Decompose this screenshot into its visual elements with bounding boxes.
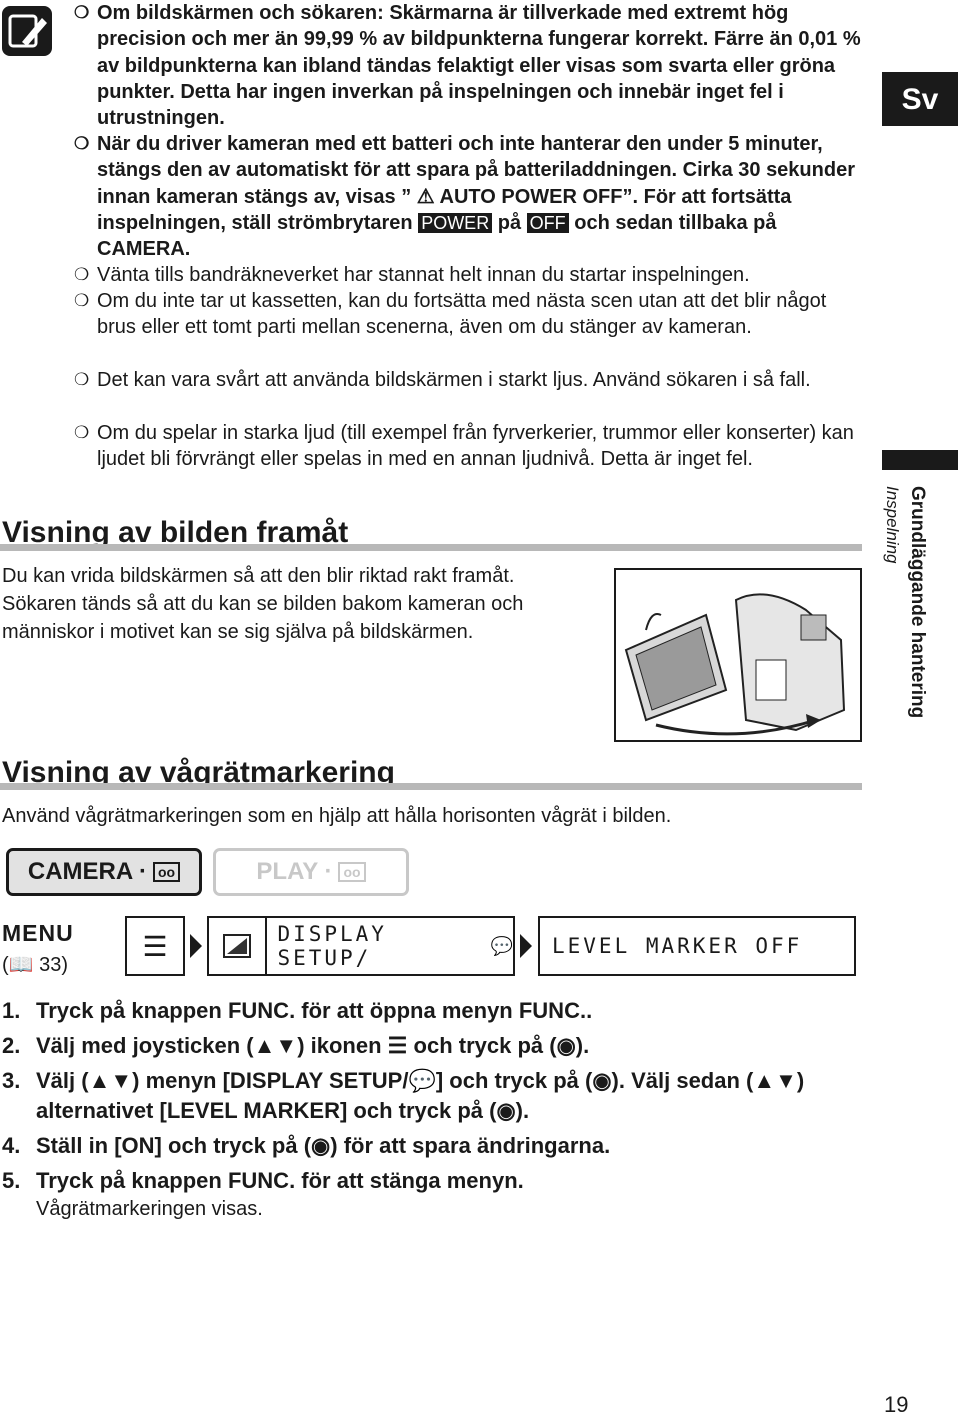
off-label: OFF [526, 212, 569, 233]
setting-label: LEVEL MARKER OFF [552, 934, 803, 958]
step-5: 5. Tryck på knappen FUNC. för att stänga … [2, 1166, 862, 1196]
menu-list-icon-box: ☰ [125, 916, 185, 976]
joystick-updown-icon: ▲▼ [253, 1033, 298, 1058]
setting-box: LEVEL MARKER OFF [538, 916, 856, 976]
step-text: Välj med joysticken ( [36, 1033, 254, 1058]
bullet-text: Det kan vara svårt att använda bildskärm… [97, 369, 811, 391]
step-number: 2. [2, 1033, 21, 1058]
step-text: ] och tryck på ( [435, 1068, 593, 1093]
bullet-text: Om bildskärmen och sökaren: Skärmarna är… [97, 2, 861, 130]
bullet-marker: ❍ [74, 134, 90, 153]
step-2: 2. Välj med joysticken (▲▼) ikonen ☰ och … [2, 1031, 862, 1061]
mode-label: CAMERA · [27, 858, 147, 885]
bullet-marker: ❍ [74, 291, 90, 310]
display-icon [209, 918, 268, 974]
chapter-bar [882, 450, 958, 470]
arrow-icon [190, 934, 202, 958]
section-title: Inspelning [883, 486, 902, 564]
section-body: Du kan vrida bildskärmen så att den blir… [2, 565, 524, 643]
step-number: 1. [2, 998, 21, 1023]
speech-bubble-icon: 💬 [408, 1068, 436, 1093]
step-text: ) för att spara ändringarna. [330, 1133, 611, 1158]
step-3: 3. Välj (▲▼) menyn [DISPLAY SETUP/💬] och … [2, 1066, 862, 1126]
joystick-press-icon: ◉ [311, 1133, 331, 1158]
bullet-cassette: ❍ Om du inte tar ut kassetten, kan du for… [74, 288, 844, 341]
bullet-display-precision: ❍ Om bildskärmen och sökaren: Skärmarna ä… [74, 0, 864, 131]
heading-rule [0, 544, 862, 551]
power-switch-label: POWER [418, 212, 493, 233]
manual-page: ❍ Om bildskärmen och sökaren: Skärmarna ä… [0, 0, 960, 1418]
bullet-marker: ❍ [74, 3, 90, 22]
bullet-text: Om du inte tar ut kassetten, kan du fort… [97, 290, 827, 339]
bullet-auto-power-off: ❍ När du driver kameran med ett batteri o… [74, 131, 864, 262]
step-text: ) menyn [DISPLAY SETUP/ [132, 1068, 409, 1093]
menu-list-icon: ☰ [387, 1033, 408, 1058]
ref-page: 33 [39, 954, 62, 976]
step-number: 4. [2, 1133, 21, 1158]
page-number: 19 [884, 1392, 909, 1417]
step-text: ). [575, 1033, 590, 1058]
warning-icon: ⚠ [411, 185, 440, 208]
step-text: ) ikonen [297, 1033, 382, 1058]
mode-label: PLAY · [256, 858, 333, 885]
cassette-icon: oo [153, 862, 181, 882]
step-text: ). [515, 1098, 530, 1123]
book-icon: 📖 [8, 954, 34, 976]
cassette-icon: oo [338, 862, 366, 882]
heading-rule [0, 783, 862, 790]
bullet-tape-counter: ❍ Vänta tills bandräkneverket har stannat… [74, 262, 864, 288]
note-pencil-icon [2, 6, 52, 56]
submenu-box: DISPLAY SETUP/ 💬 [207, 916, 515, 976]
step-text: Tryck på knappen FUNC. för att stänga me… [36, 1168, 524, 1193]
camcorder-illustration [614, 568, 862, 742]
mode-camera-tape: CAMERA · oo [6, 848, 202, 896]
chapter-title: Grundläggande hantering [907, 486, 928, 719]
menu-list-icon: ☰ [142, 930, 168, 962]
step-text: Välj ( [36, 1068, 89, 1093]
language-tab: Sv [882, 72, 958, 126]
bullet-marker: ❍ [74, 265, 90, 284]
result-text: Vågrätmarkeringen visas. [36, 1198, 263, 1220]
step-number: 3. [2, 1068, 21, 1093]
bullet-loud-sounds: ❍ Om du spelar in starka ljud (till exemp… [74, 420, 864, 473]
step-text: Tryck på knappen FUNC. för att öppna men… [36, 998, 593, 1023]
step-text: och tryck på ( [413, 1033, 557, 1058]
step-4: 4. Ställ in [ON] och tryck på (◉) för att… [2, 1131, 862, 1161]
page-reference: (📖 33) [2, 954, 69, 976]
bullet-bright-light: ❍ Det kan vara svårt att använda bildskär… [74, 367, 854, 393]
mode-play-tape: PLAY · oo [213, 848, 409, 896]
bullet-text: på [497, 211, 522, 234]
menu-label: MENU [2, 920, 74, 946]
joystick-press-icon: ◉ [592, 1068, 612, 1093]
section-body: Använd vågrätmarkeringen som en hjälp at… [2, 805, 672, 827]
joystick-press-icon: ◉ [556, 1033, 576, 1058]
bullet-text: Vänta tills bandräkneverket har stannat … [97, 264, 750, 286]
joystick-press-icon: ◉ [496, 1098, 516, 1123]
submenu-label: DISPLAY SETUP/ [277, 922, 387, 970]
bullet-text: Om du spelar in starka ljud (till exempe… [97, 422, 854, 471]
bullet-marker: ❍ [74, 370, 90, 389]
joystick-updown-icon: ▲▼ [88, 1068, 133, 1093]
speech-bubble-icon: 💬 [490, 935, 513, 956]
step-text: ). Välj sedan ( [611, 1068, 754, 1093]
arrow-icon [520, 934, 532, 958]
step-1: 1. Tryck på knappen FUNC. för att öppna m… [2, 996, 862, 1026]
joystick-updown-icon: ▲▼ [753, 1068, 797, 1093]
step-text: Ställ in [ON] och tryck på ( [36, 1133, 312, 1158]
step-number: 5. [2, 1168, 21, 1193]
bullet-marker: ❍ [74, 423, 90, 442]
warning-text: AUTO POWER OFF [439, 185, 623, 208]
